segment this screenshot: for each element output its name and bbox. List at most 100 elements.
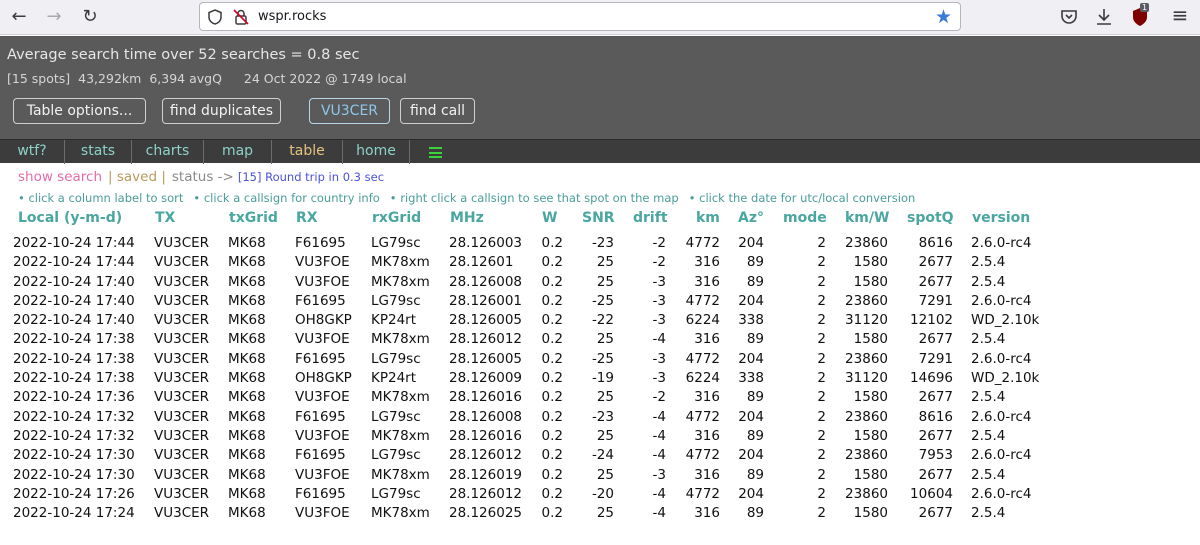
cell-rx[interactable]: VU3FOE (295, 466, 350, 485)
col-txgrid[interactable]: txGrid (229, 210, 278, 226)
cell-rx[interactable]: F61695 (295, 234, 346, 253)
col-spotq[interactable]: spotQ (907, 210, 954, 226)
cell-local[interactable]: 2022-10-24 17:26 (13, 485, 135, 504)
cell-snr: 25 (596, 389, 614, 406)
col-mode[interactable]: mode (783, 210, 827, 226)
cell-az: 338 (738, 370, 764, 387)
col-km[interactable]: km (696, 210, 720, 226)
cell-tx[interactable]: VU3CER (154, 388, 209, 407)
cell-tx[interactable]: VU3CER (154, 273, 209, 292)
cell-tx[interactable]: VU3CER (154, 427, 209, 446)
cell-rxgrid: LG79sc (371, 235, 421, 251)
saved-link[interactable]: | saved | (108, 169, 166, 185)
cell-local[interactable]: 2022-10-24 17:38 (13, 369, 135, 388)
cell-rx[interactable]: F61695 (295, 446, 346, 465)
col-rx[interactable]: RX (296, 210, 318, 226)
show-search-link[interactable]: show search (18, 169, 102, 185)
hamburger-menu-icon[interactable] (429, 147, 442, 158)
cell-tx[interactable]: VU3CER (154, 504, 209, 523)
cell-mode: 2 (817, 370, 826, 387)
cell-local[interactable]: 2022-10-24 17:32 (13, 427, 135, 446)
nav-charts[interactable]: charts (132, 140, 204, 164)
cell-az: 89 (746, 389, 764, 406)
cell-rx[interactable]: VU3FOE (295, 273, 350, 292)
nav-table[interactable]: table (272, 140, 343, 164)
cell-rx[interactable]: F61695 (295, 292, 346, 311)
cell-tx[interactable]: VU3CER (154, 234, 209, 253)
cell-local[interactable]: 2022-10-24 17:38 (13, 330, 135, 349)
nav-wtf[interactable]: wtf? (0, 140, 65, 164)
back-arrow-icon[interactable]: ← (5, 4, 33, 30)
cell-local[interactable]: 2022-10-24 17:36 (13, 388, 135, 407)
cell-rx[interactable]: VU3FOE (295, 253, 350, 272)
col-w[interactable]: W (542, 210, 557, 226)
cell-local[interactable]: 2022-10-24 17:40 (13, 311, 135, 330)
col-mhz[interactable]: MHz (450, 210, 484, 226)
cell-rx[interactable]: F61695 (295, 408, 346, 427)
cell-kmw: 23860 (845, 485, 888, 502)
cell-spotq: 2677 (918, 505, 953, 522)
cell-tx[interactable]: VU3CER (154, 292, 209, 311)
cell-tx[interactable]: VU3CER (154, 350, 209, 369)
table-row: 2022-10-24 17:30 VU3CER MK68 F61695 LG79sc 28… (0, 446, 1200, 465)
callsign-input[interactable]: VU3CER (309, 98, 390, 124)
cell-tx[interactable]: VU3CER (154, 466, 209, 485)
nav-map[interactable]: map (204, 140, 272, 164)
cell-local[interactable]: 2022-10-24 17:40 (13, 292, 135, 311)
cell-tx[interactable]: VU3CER (154, 369, 209, 388)
cell-local[interactable]: 2022-10-24 17:40 (13, 273, 135, 292)
nav-home[interactable]: home (343, 140, 410, 164)
cell-tx[interactable]: VU3CER (154, 253, 209, 272)
cell-local[interactable]: 2022-10-24 17:30 (13, 466, 135, 485)
cell-rxgrid: LG79sc (371, 350, 421, 367)
cell-local[interactable]: 2022-10-24 17:30 (13, 446, 135, 465)
download-icon[interactable] (1092, 5, 1116, 29)
cell-rx[interactable]: F61695 (295, 350, 346, 369)
cell-tx[interactable]: VU3CER (154, 485, 209, 504)
col-version[interactable]: version (972, 210, 1030, 226)
insecure-lock-icon[interactable] (232, 8, 250, 26)
cell-local[interactable]: 2022-10-24 17:44 (13, 253, 135, 272)
find-duplicates-button[interactable]: find duplicates (162, 98, 281, 124)
cell-local[interactable]: 2022-10-24 17:24 (13, 504, 135, 523)
cell-local[interactable]: 2022-10-24 17:32 (13, 408, 135, 427)
col-tx[interactable]: TX (155, 210, 175, 226)
col-kmw[interactable]: km/W (845, 210, 889, 226)
cell-tx[interactable]: VU3CER (154, 311, 209, 330)
cell-local[interactable]: 2022-10-24 17:38 (13, 350, 135, 369)
cell-spotq: 2677 (918, 331, 953, 348)
cell-rx[interactable]: OH8GKP (295, 311, 352, 330)
cell-rx[interactable]: F61695 (295, 485, 346, 504)
cell-rx[interactable]: VU3FOE (295, 388, 350, 407)
url-bar[interactable]: wspr.rocks ★ (199, 2, 961, 31)
cell-w: 0.2 (541, 485, 563, 502)
pocket-icon[interactable] (1057, 5, 1081, 29)
cell-rx[interactable]: OH8GKP (295, 369, 352, 388)
forward-arrow-icon[interactable]: → (40, 4, 68, 30)
cell-version: 2.5.4 (971, 254, 1006, 271)
find-call-button[interactable]: find call (400, 98, 475, 124)
col-local[interactable]: Local (y-m-d) (18, 210, 122, 226)
cell-version: 2.5.4 (971, 273, 1006, 290)
hint-sort: • click a column label to sort (18, 191, 184, 205)
url-text[interactable]: wspr.rocks (258, 9, 326, 24)
cell-rx[interactable]: VU3FOE (295, 427, 350, 446)
reload-icon[interactable]: ↻ (76, 4, 104, 30)
cell-drift: -3 (652, 370, 666, 387)
shield-icon[interactable] (206, 8, 224, 26)
col-az[interactable]: Az° (738, 210, 764, 226)
menu-icon[interactable]: ≡ (1166, 4, 1194, 30)
bookmark-star-icon[interactable]: ★ (935, 6, 952, 28)
col-snr[interactable]: SNR (582, 210, 615, 226)
cell-tx[interactable]: VU3CER (154, 446, 209, 465)
table-options-button[interactable]: Table options... (13, 98, 146, 124)
cell-mhz: 28.126001 (449, 292, 523, 309)
cell-local[interactable]: 2022-10-24 17:44 (13, 234, 135, 253)
cell-tx[interactable]: VU3CER (154, 408, 209, 427)
nav-stats[interactable]: stats (65, 140, 132, 164)
cell-rx[interactable]: VU3FOE (295, 330, 350, 349)
cell-rx[interactable]: VU3FOE (295, 504, 350, 523)
col-rxgrid[interactable]: rxGrid (372, 210, 421, 226)
cell-tx[interactable]: VU3CER (154, 330, 209, 349)
col-drift[interactable]: drift (633, 210, 668, 226)
